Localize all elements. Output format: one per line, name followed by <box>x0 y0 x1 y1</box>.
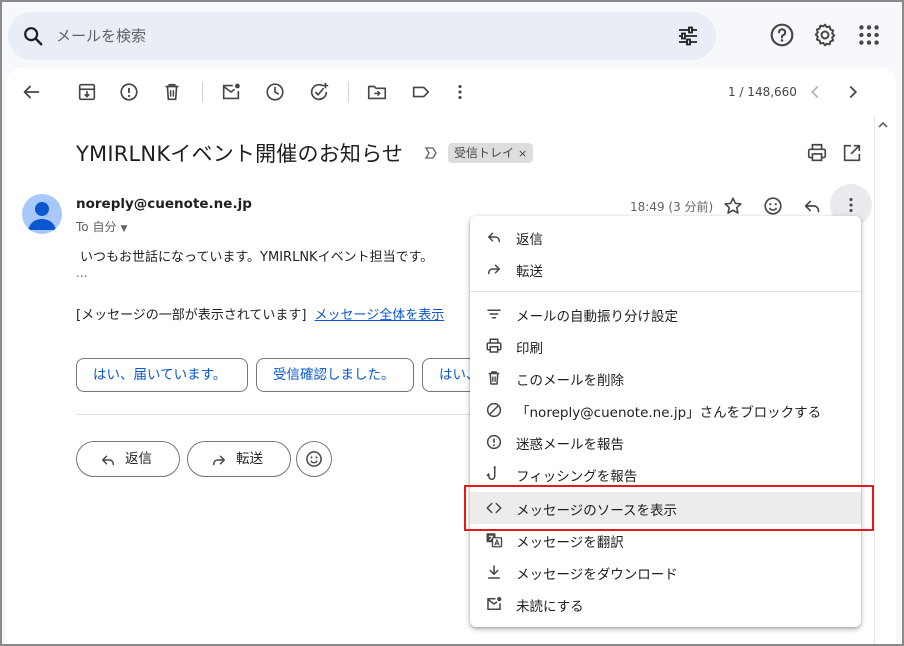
menu-item-filter[interactable]: メールの自動振り分け設定 <box>470 298 861 330</box>
message-more-menu: 返信 転送 メールの自動振り分け設定 印刷 このメールを削除 「noreply@… <box>470 216 861 627</box>
menu-item-download[interactable]: メッセージをダウンロード <box>470 556 861 588</box>
print-icon <box>486 338 502 353</box>
translate-icon <box>486 533 503 548</box>
star-icon[interactable] <box>722 195 744 217</box>
clipped-notice-text: [メッセージの一部が表示されています] <box>76 308 307 323</box>
page-counter: 1 / 148,660 <box>728 85 797 99</box>
reply-button[interactable]: 返信 <box>76 441 180 477</box>
add-task-icon[interactable] <box>308 81 330 103</box>
received-time: 18:49 (3 分前) <box>630 200 714 214</box>
toolbar-separator <box>348 82 349 102</box>
mark-unread-icon <box>487 597 502 610</box>
trash-icon <box>488 371 500 385</box>
view-entire-message-link[interactable]: メッセージ全体を表示 <box>315 308 445 323</box>
emoji-reaction-button[interactable] <box>296 441 332 477</box>
mark-unread-icon[interactable] <box>220 81 242 103</box>
menu-item-translate[interactable]: メッセージを翻訳 <box>470 524 861 556</box>
delete-icon[interactable] <box>161 81 183 103</box>
apps-grid-icon[interactable] <box>856 22 882 48</box>
search-icon[interactable] <box>22 25 44 47</box>
inbox-label-chip: 受信トレイ × <box>448 143 534 163</box>
menu-item-label: 転送 <box>516 264 543 280</box>
archive-icon[interactable] <box>76 81 98 103</box>
print-all-icon[interactable] <box>806 142 828 164</box>
forward-button[interactable]: 転送 <box>187 441 291 477</box>
scrollbar[interactable] <box>874 116 894 646</box>
smart-reply-2[interactable]: 受信確認しました。 <box>256 358 414 392</box>
menu-item-label: メッセージをダウンロード <box>516 567 678 583</box>
toolbar-separator <box>202 82 203 102</box>
open-in-new-window-icon[interactable] <box>841 142 863 164</box>
menu-item-label: 返信 <box>516 232 543 248</box>
search-options-icon[interactable] <box>676 24 700 48</box>
importance-marker-icon[interactable] <box>424 146 438 160</box>
recipients-toggle[interactable]: To 自分 ▼ <box>76 218 127 235</box>
menu-divider <box>470 291 861 292</box>
menu-item-reply[interactable]: 返信 <box>470 221 861 253</box>
smart-reply-1[interactable]: はい、届いています。 <box>76 358 248 392</box>
code-icon <box>486 502 502 514</box>
scroll-up-chevron-icon[interactable] <box>876 118 890 132</box>
forward-button-label: 転送 <box>236 451 263 467</box>
message-body-line: いつもお世話になっています。YMIRLNKイベント担当です。 <box>80 250 434 265</box>
trimmed-content-toggle[interactable]: ... <box>76 266 87 280</box>
help-icon[interactable] <box>769 22 795 48</box>
emoji-reaction-icon[interactable] <box>762 195 784 217</box>
menu-item-delete[interactable]: このメールを削除 <box>470 362 861 394</box>
menu-item-label: 印刷 <box>516 341 543 357</box>
search-bar[interactable] <box>8 12 716 60</box>
search-input[interactable] <box>56 22 656 50</box>
person-icon <box>28 202 56 230</box>
sender-avatar[interactable] <box>22 194 62 234</box>
menu-item-print[interactable]: 印刷 <box>470 330 861 362</box>
menu-item-label: メッセージを翻訳 <box>516 535 624 551</box>
menu-item-label: 迷惑メールを報告 <box>516 437 624 453</box>
reply-icon <box>488 232 500 243</box>
recipients-text: To 自分 <box>76 220 117 234</box>
label-icon[interactable] <box>410 81 432 103</box>
email-subject: YMIRLNKイベント開催のお知らせ <box>76 142 404 166</box>
menu-item-label: メッセージのソースを表示 <box>516 503 678 519</box>
reply-button-label: 返信 <box>125 451 152 467</box>
menu-item-show-original[interactable]: メッセージのソースを表示 <box>470 492 861 524</box>
menu-item-mark-unread[interactable]: 未読にする <box>470 588 861 620</box>
menu-item-forward[interactable]: 転送 <box>470 253 861 285</box>
emoji-icon <box>306 451 322 467</box>
menu-item-label: メールの自動振り分け設定 <box>516 309 678 325</box>
message-toolbar: 1 / 148,660 <box>6 68 896 116</box>
menu-item-report-spam[interactable]: 迷惑メールを報告 <box>470 426 861 458</box>
back-arrow-icon[interactable] <box>20 81 42 103</box>
menu-item-label: フィッシングを報告 <box>516 469 638 485</box>
block-icon <box>486 402 502 418</box>
clipped-message-notice: [メッセージの一部が表示されています] メッセージ全体を表示 <box>76 304 444 323</box>
spam-icon <box>486 434 502 450</box>
reply-icon <box>102 455 114 466</box>
report-spam-icon[interactable] <box>118 81 140 103</box>
menu-item-block-sender[interactable]: 「noreply@cuenote.ne.jp」さんをブロックする <box>470 394 861 426</box>
forward-icon <box>488 264 500 275</box>
divider <box>76 414 496 415</box>
forward-icon <box>213 455 225 466</box>
phishing-hook-icon <box>486 466 496 480</box>
snooze-clock-icon[interactable] <box>264 81 286 103</box>
inbox-label-text: 受信トレイ <box>454 146 515 160</box>
remove-label-button[interactable]: × <box>518 147 527 160</box>
more-vert-icon[interactable] <box>449 81 471 103</box>
recipients-caret-icon: ▼ <box>120 224 128 234</box>
newer-chevron-icon[interactable] <box>804 81 826 103</box>
filter-icon <box>487 309 501 319</box>
download-icon <box>488 565 500 579</box>
move-to-folder-icon[interactable] <box>366 81 388 103</box>
menu-item-label: このメールを削除 <box>516 373 624 389</box>
older-chevron-icon[interactable] <box>842 81 864 103</box>
reply-icon[interactable] <box>801 195 823 217</box>
menu-item-report-phishing[interactable]: フィッシングを報告 <box>470 458 861 490</box>
settings-gear-icon[interactable] <box>812 22 838 48</box>
menu-item-label: 未読にする <box>516 599 584 615</box>
sender-address: noreply@cuenote.ne.jp <box>76 196 252 212</box>
menu-item-label: 「noreply@cuenote.ne.jp」さんをブロックする <box>516 405 822 421</box>
more-vert-icon <box>849 197 853 213</box>
